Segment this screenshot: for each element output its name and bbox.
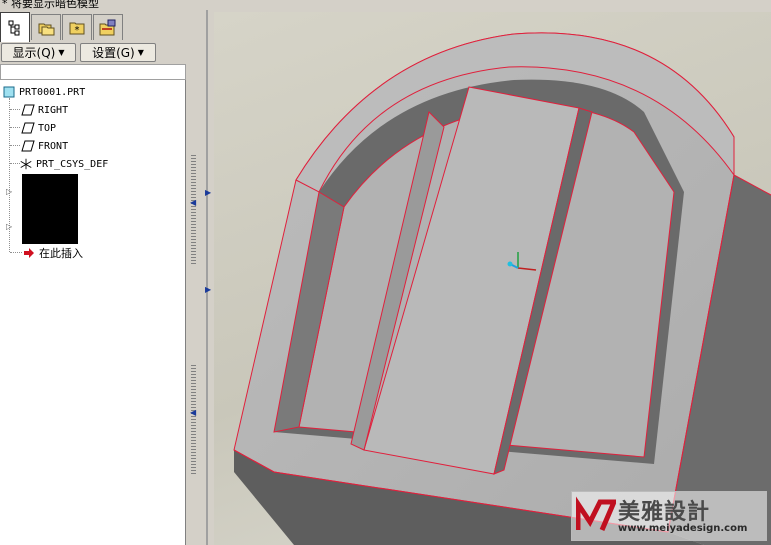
tree-item-right[interactable]: RIGHT (21, 102, 68, 118)
settings-dropdown-label: 设置(G) (92, 46, 135, 60)
part-icon (2, 85, 16, 99)
tab-connections[interactable] (93, 14, 123, 40)
tree-connector (10, 145, 20, 146)
graphics-viewport[interactable] (214, 12, 771, 545)
tree-filter-field[interactable] (0, 64, 186, 80)
tree-item-label: TOP (38, 122, 57, 134)
splitter-divider (206, 10, 208, 545)
datum-plane-icon (21, 121, 35, 135)
tree-insert-here[interactable]: 在此插入 (22, 245, 83, 261)
expand-arrow-icon[interactable]: ▷ (6, 187, 12, 196)
tree-item-label: PRT_CSYS_DEF (36, 158, 109, 170)
watermark-url: www.meiyadesign.com (618, 523, 748, 534)
watermark-logo: 美雅設計 www.meiyadesign.com (571, 491, 767, 541)
expand-arrow-icon[interactable]: ▷ (6, 222, 12, 231)
watermark-brand: 美雅設計 (618, 500, 711, 525)
panel-splitter[interactable]: ◀ ▶ ▶ ◀ (186, 10, 214, 545)
datum-plane-icon (21, 139, 35, 153)
tree-connector (10, 109, 20, 110)
expand-arrow-icon[interactable]: ▶ (205, 188, 211, 197)
display-dropdown[interactable]: 显示(Q) ▼ (1, 43, 76, 62)
tree-item-top[interactable]: TOP (21, 120, 56, 136)
display-dropdown-label: 显示(Q) (12, 46, 56, 60)
expand-arrow-icon[interactable]: ▶ (205, 285, 211, 294)
tree-item-csys[interactable]: PRT_CSYS_DEF (19, 156, 108, 172)
navigator-toolbar: 显示(Q) ▼ 设置(G) ▼ (0, 43, 186, 63)
datum-plane-icon (21, 103, 35, 117)
part-model-render (233, 32, 771, 545)
chevron-down-icon: ▼ (58, 48, 65, 57)
navigator-tabs: * (0, 12, 186, 42)
tree-root-label: PRT0001.PRT (19, 86, 86, 98)
csys-icon (19, 157, 33, 171)
tab-model-tree[interactable] (0, 12, 30, 42)
model-tree-icon (8, 20, 20, 35)
brand-logo-icon (576, 496, 616, 531)
insert-here-label: 在此插入 (39, 247, 83, 260)
tab-favorites[interactable]: * (62, 14, 92, 40)
tree-connector (10, 127, 20, 128)
tab-folder-browser[interactable] (31, 14, 61, 40)
model-tree: PRT0001.PRT RIGHT TOP FRONT PRT_CSYS_DEF (0, 80, 186, 545)
navigator-panel: * 显示(Q) ▼ 设置(G) ▼ PRT0001.PRT RIGHT TOP … (0, 10, 186, 545)
insert-arrow-icon (22, 246, 36, 260)
collapse-arrow-icon[interactable]: ◀ (190, 198, 196, 207)
star-folder-icon: * (69, 22, 85, 36)
hidden-features-block (22, 174, 78, 244)
tree-root-part[interactable]: PRT0001.PRT (2, 84, 85, 100)
tree-connector (10, 252, 22, 253)
chevron-down-icon: ▼ (137, 48, 144, 57)
network-folder-icon (99, 19, 116, 35)
tree-item-label: FRONT (38, 140, 69, 152)
collapse-arrow-icon[interactable]: ◀ (190, 408, 196, 417)
window-title: * 将要显示暗色模型 (2, 0, 99, 10)
folders-icon (38, 23, 55, 35)
settings-dropdown[interactable]: 设置(G) ▼ (80, 43, 156, 62)
svg-text:*: * (75, 25, 80, 36)
window-title-bar: * 将要显示暗色模型 (0, 0, 205, 10)
tree-item-label: RIGHT (38, 104, 69, 116)
tree-item-front[interactable]: FRONT (21, 138, 68, 154)
splitter-grip (191, 155, 196, 265)
splitter-grip (191, 365, 196, 475)
